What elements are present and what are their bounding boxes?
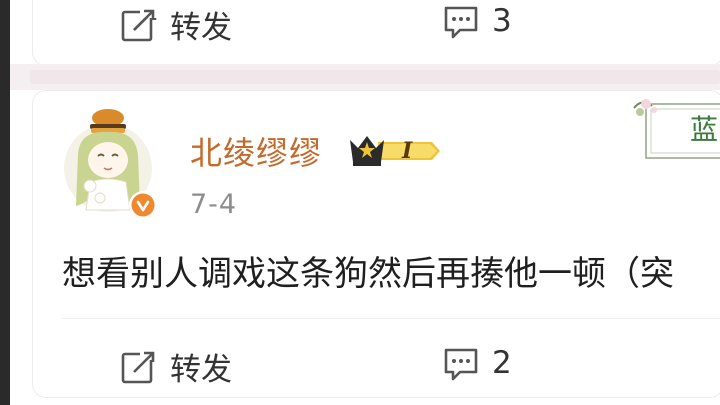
username[interactable]: 北绫缪缪 bbox=[190, 128, 322, 174]
stamp-text: 蓝 bbox=[690, 113, 719, 146]
level-number: I bbox=[402, 138, 413, 164]
top-comment-count: 3 bbox=[492, 3, 512, 39]
repost-icon bbox=[120, 5, 158, 44]
repost-icon bbox=[120, 347, 158, 386]
action-divider bbox=[62, 318, 720, 319]
member-level-badge: I bbox=[348, 128, 444, 174]
comment-icon bbox=[442, 344, 480, 382]
comment-repost-label: 转发 bbox=[170, 352, 232, 388]
top-repost-button[interactable]: 转发 bbox=[120, 2, 232, 47]
comment-reply-count: 2 bbox=[492, 345, 512, 381]
card-separator bbox=[10, 64, 720, 90]
weibo-comment-screen: 转发 3 北绫缪缪 I 蓝 7-4 想看别人调戏这条狗然后再揍他一顿（突 转发 … bbox=[0, 0, 720, 405]
verified-icon bbox=[128, 190, 158, 224]
top-repost-label: 转发 bbox=[170, 10, 232, 46]
comment-timestamp: 7-4 bbox=[190, 189, 238, 220]
comment-text: 想看别人调戏这条狗然后再揍他一顿（突 bbox=[62, 254, 674, 294]
avatar[interactable] bbox=[60, 106, 164, 219]
crown-icon bbox=[350, 136, 384, 166]
top-comment-button[interactable]: 3 bbox=[442, 2, 512, 40]
screen-left-edge bbox=[0, 0, 10, 405]
decorative-stamp: 蓝 bbox=[628, 92, 720, 166]
comment-icon bbox=[442, 2, 480, 40]
comment-repost-button[interactable]: 转发 bbox=[120, 344, 232, 389]
comment-reply-button[interactable]: 2 bbox=[442, 344, 512, 382]
